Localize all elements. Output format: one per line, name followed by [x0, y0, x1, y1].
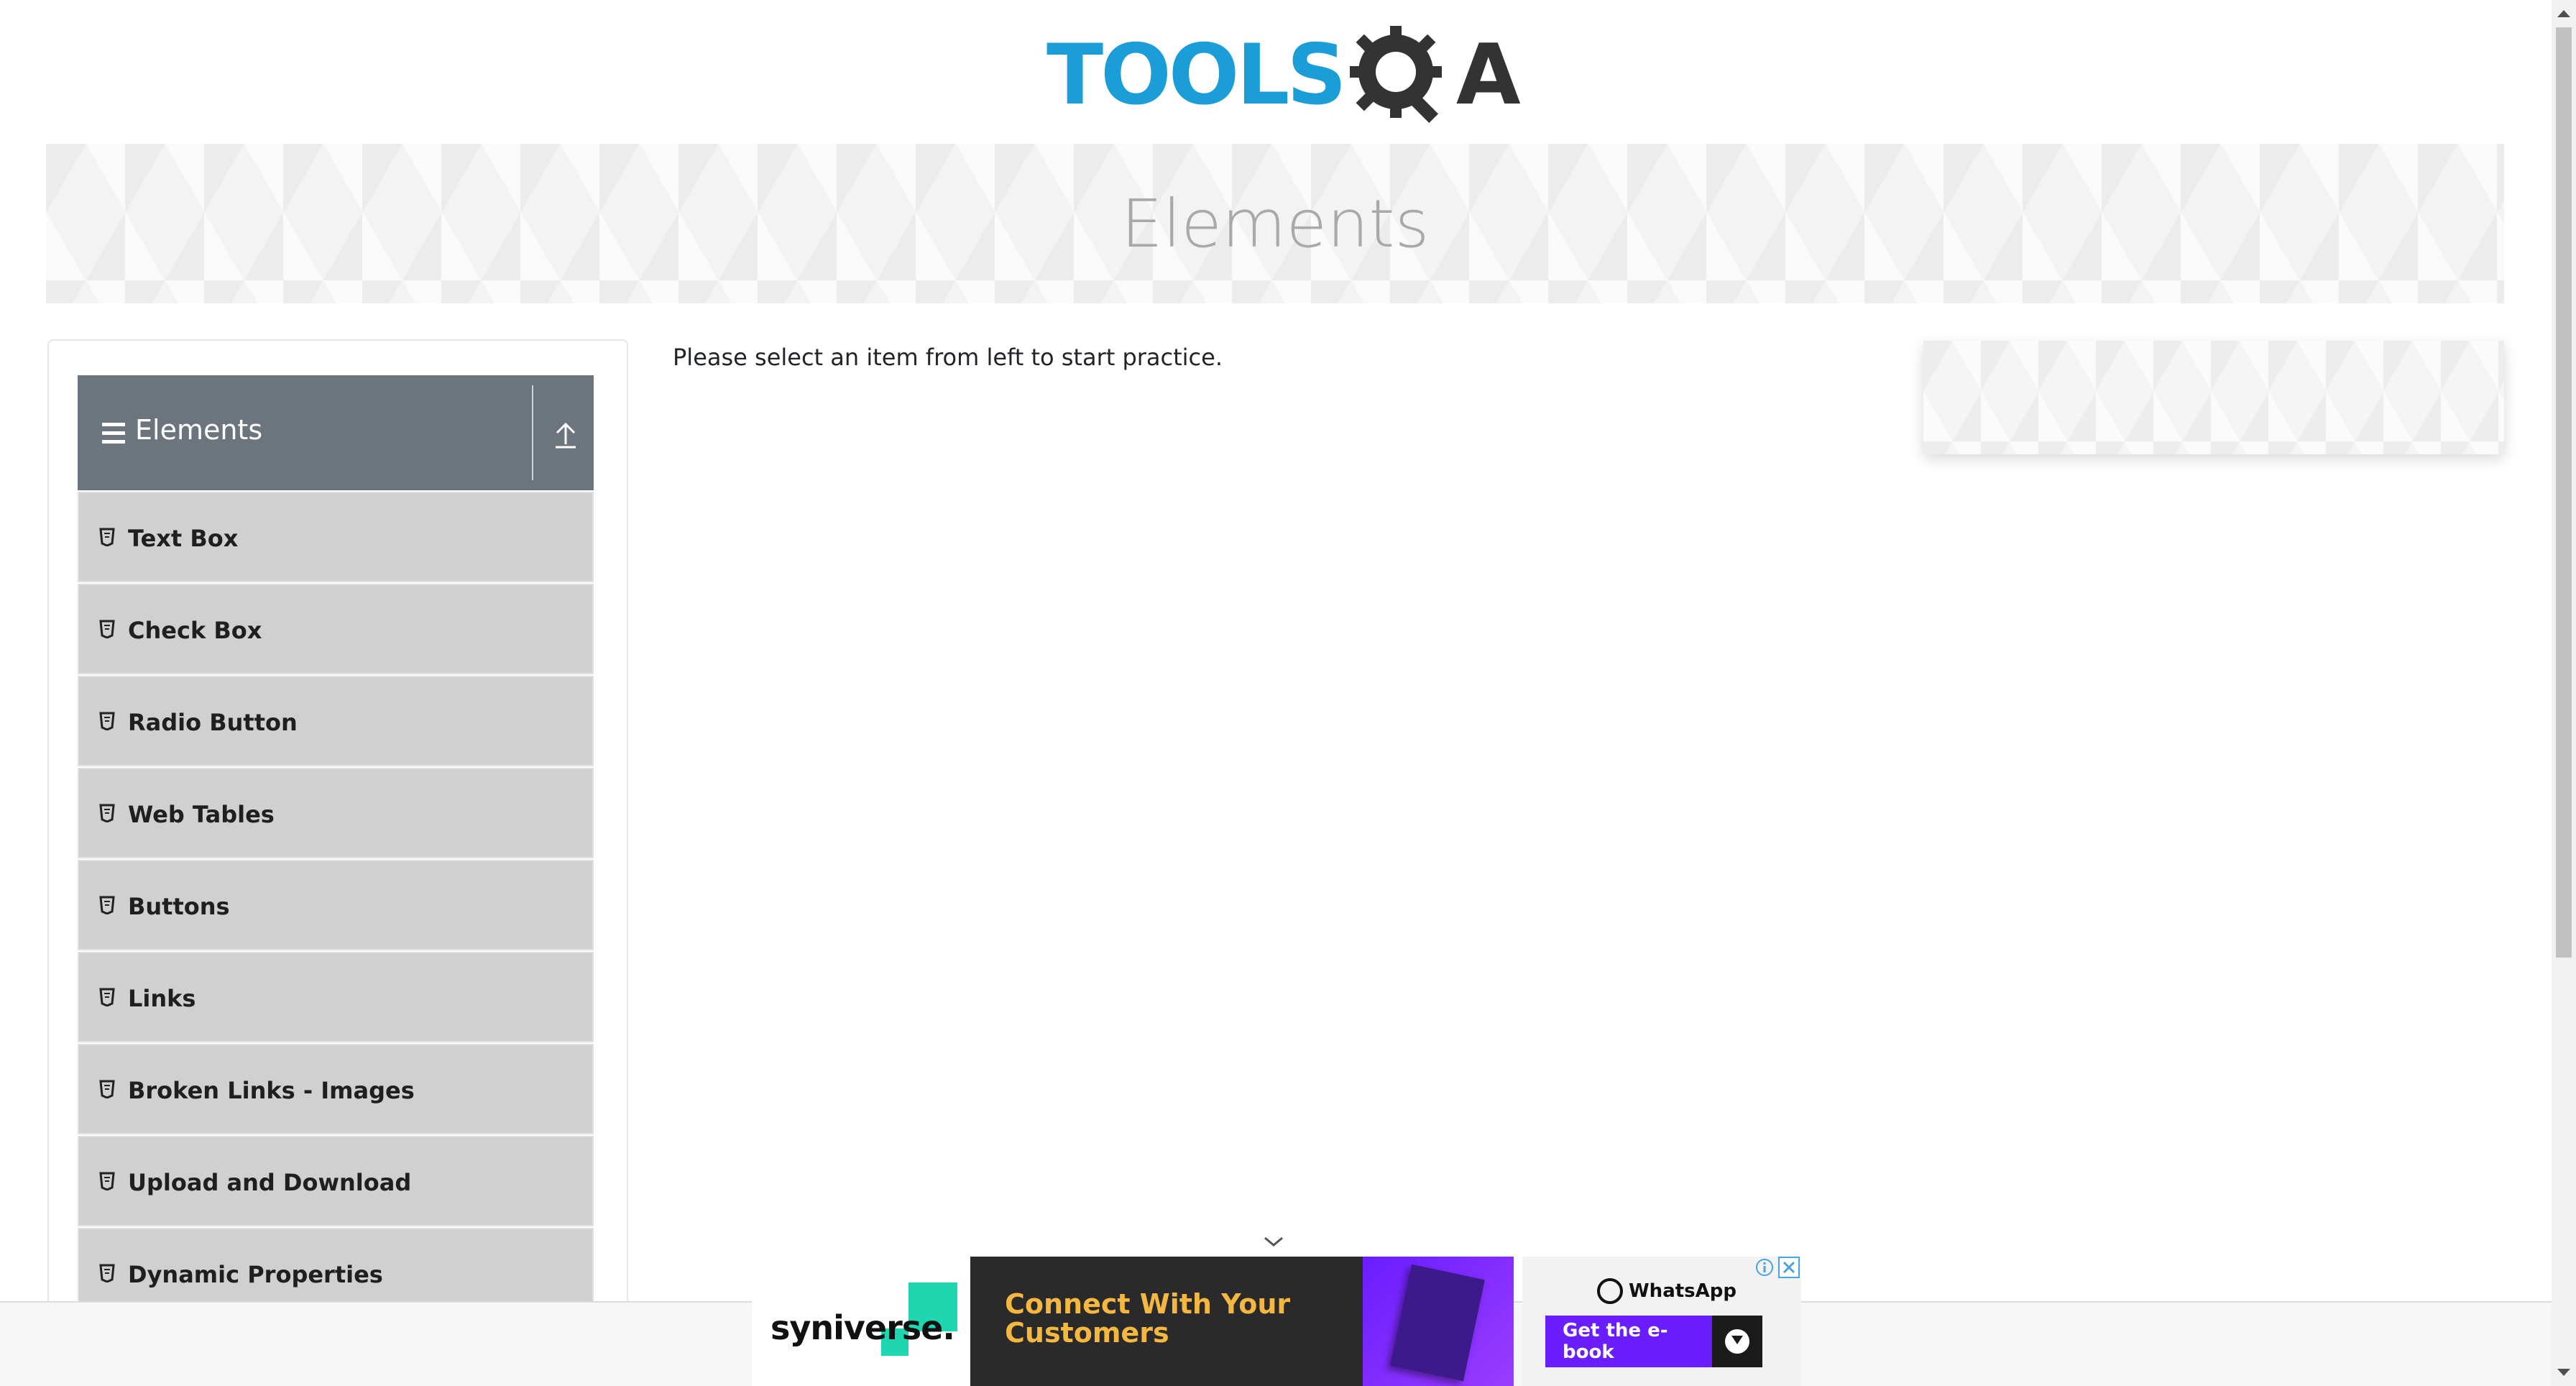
- ad-close-icon[interactable]: [1778, 1257, 1800, 1278]
- sidebar-item-check-box[interactable]: Check Box: [78, 584, 594, 674]
- group-title: Elements: [135, 414, 263, 446]
- sidebar-item-text-box[interactable]: Text Box: [78, 492, 594, 582]
- ad-info-icon[interactable]: [1754, 1257, 1775, 1278]
- instruction-text: Please select an item from left to start…: [673, 344, 1223, 371]
- ad-headline: Connect With Your Customers: [1005, 1288, 1291, 1349]
- sidebar-item-label: Dynamic Properties: [128, 1261, 383, 1288]
- get-ebook-button[interactable]: Get the e-book: [1545, 1316, 1762, 1367]
- sidebar-item-upload-and-download[interactable]: Upload and Download: [78, 1136, 594, 1226]
- html5-shield-icon: [99, 988, 115, 1007]
- page-banner: Elements: [46, 144, 2504, 303]
- page-title: Elements: [1121, 185, 1430, 262]
- logo-text-tools: TOOLS: [1046, 27, 1347, 124]
- sidebar-item-links[interactable]: Links: [78, 952, 594, 1042]
- whatsapp-label: WhatsApp: [1629, 1280, 1736, 1302]
- site-header: TOOLS A: [0, 0, 2552, 137]
- scrollbar-thumb[interactable]: [2556, 27, 2572, 958]
- html5-shield-icon: [99, 896, 115, 915]
- logo-text-a: A: [1455, 27, 1521, 124]
- elements-menu-list: Text Box Check Box Radio Button Web Tabl…: [78, 492, 594, 1320]
- header-divider: [532, 385, 533, 480]
- page-scrollbar[interactable]: [2552, 0, 2576, 1386]
- bottom-ad-banner[interactable]: syniverse. Connect With Your Customers W…: [752, 1257, 1801, 1386]
- collapse-arrow-icon[interactable]: [549, 416, 582, 451]
- right-ad-placeholder: [1923, 341, 2504, 454]
- sidebar-item-label: Links: [128, 985, 196, 1012]
- gear-magnifier-icon: [1346, 22, 1460, 129]
- sidebar-item-radio-button[interactable]: Radio Button: [78, 676, 594, 766]
- sidebar-item-label: Radio Button: [128, 709, 298, 736]
- chevron-down-icon[interactable]: [1262, 1235, 1285, 1249]
- ad-brand-name: syniverse.: [770, 1308, 955, 1347]
- sidebar-item-buttons[interactable]: Buttons: [78, 860, 594, 950]
- ad-ebook-image: [1363, 1257, 1514, 1386]
- html5-shield-icon: [99, 528, 115, 547]
- html5-shield-icon: [99, 1172, 115, 1191]
- whatsapp-icon: [1597, 1278, 1623, 1304]
- hamburger-icon: [102, 423, 125, 444]
- sidebar-item-label: Buttons: [128, 893, 230, 920]
- sidebar-item-web-tables[interactable]: Web Tables: [78, 768, 594, 858]
- sidebar-item-label: Web Tables: [128, 801, 275, 828]
- sidebar-item-label: Upload and Download: [128, 1169, 412, 1196]
- get-ebook-label: Get the e-book: [1563, 1320, 1668, 1363]
- elements-group-header[interactable]: Elements: [78, 375, 594, 490]
- scroll-down-arrow-icon[interactable]: [2557, 1369, 2570, 1376]
- ebook-cover: [1390, 1264, 1485, 1382]
- ad-headline-area: Connect With Your Customers: [970, 1257, 1363, 1386]
- sidebar-item-broken-links-images[interactable]: Broken Links - Images: [78, 1044, 594, 1134]
- download-icon: [1712, 1316, 1762, 1367]
- whatsapp-row: WhatsApp: [1597, 1278, 1736, 1304]
- sidebar-item-label: Broken Links - Images: [128, 1077, 415, 1104]
- toolsqa-logo[interactable]: TOOLS A: [1046, 22, 1521, 129]
- html5-shield-icon: [99, 1080, 115, 1099]
- html5-shield-icon: [99, 804, 115, 823]
- ad-brand-area: syniverse.: [752, 1257, 970, 1386]
- html5-shield-icon: [99, 1264, 115, 1283]
- html5-shield-icon: [99, 712, 115, 731]
- sidebar-item-label: Check Box: [128, 617, 262, 644]
- html5-shield-icon: [99, 620, 115, 639]
- scroll-up-arrow-icon[interactable]: [2557, 10, 2570, 17]
- sidebar-item-label: Text Box: [128, 525, 239, 552]
